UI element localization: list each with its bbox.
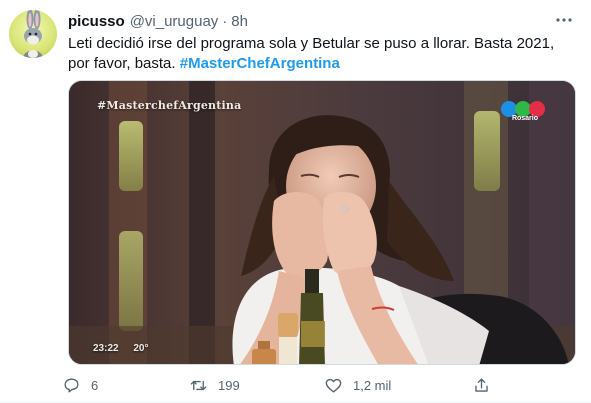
share-button[interactable]	[472, 372, 491, 398]
show-watermark: #MasterchefArgentina	[97, 99, 242, 112]
more-options-icon[interactable]	[554, 12, 574, 28]
tweet[interactable]: picusso @vi_uruguay · 8h Leti decidió ir…	[0, 0, 591, 403]
like-button[interactable]: 1,2 mil	[324, 372, 391, 398]
retweet-icon	[190, 380, 207, 390]
broadcast-clock: 23:22	[93, 343, 119, 354]
tweet-timestamp[interactable]: 8h	[231, 13, 248, 30]
reply-count: 6	[91, 377, 99, 393]
broadcast-temperature: 20°	[133, 343, 149, 354]
reply-icon	[64, 377, 79, 393]
tweet-text: Leti decidió irse del programa sola y Be…	[68, 34, 578, 74]
channel-logo-icon	[501, 101, 545, 117]
broadcast-info: 23:22 20°	[93, 343, 160, 354]
author-name[interactable]: picusso	[68, 13, 125, 30]
reply-button[interactable]: 6	[62, 372, 98, 398]
retweet-button[interactable]: 199	[189, 372, 240, 398]
like-count: 1,2 mil	[353, 377, 392, 393]
tweet-media-image[interactable]: #MasterchefArgentina Rosario 23:22 20°	[68, 80, 576, 365]
heart-icon	[325, 378, 342, 393]
avatar[interactable]	[9, 10, 57, 58]
share-icon	[475, 377, 488, 392]
tweet-header: picusso @vi_uruguay · 8h	[68, 11, 248, 31]
separator-dot: ·	[222, 12, 228, 30]
retweet-count: 199	[218, 377, 240, 393]
hashtag-link[interactable]: #MasterChefArgentina	[180, 55, 340, 72]
channel-label: Rosario	[511, 115, 538, 122]
author-handle[interactable]: @vi_uruguay	[130, 13, 219, 30]
tweet-actions: 6 199 1,2 mil	[62, 372, 502, 398]
bugs-bunny-avatar-icon	[23, 10, 43, 58]
